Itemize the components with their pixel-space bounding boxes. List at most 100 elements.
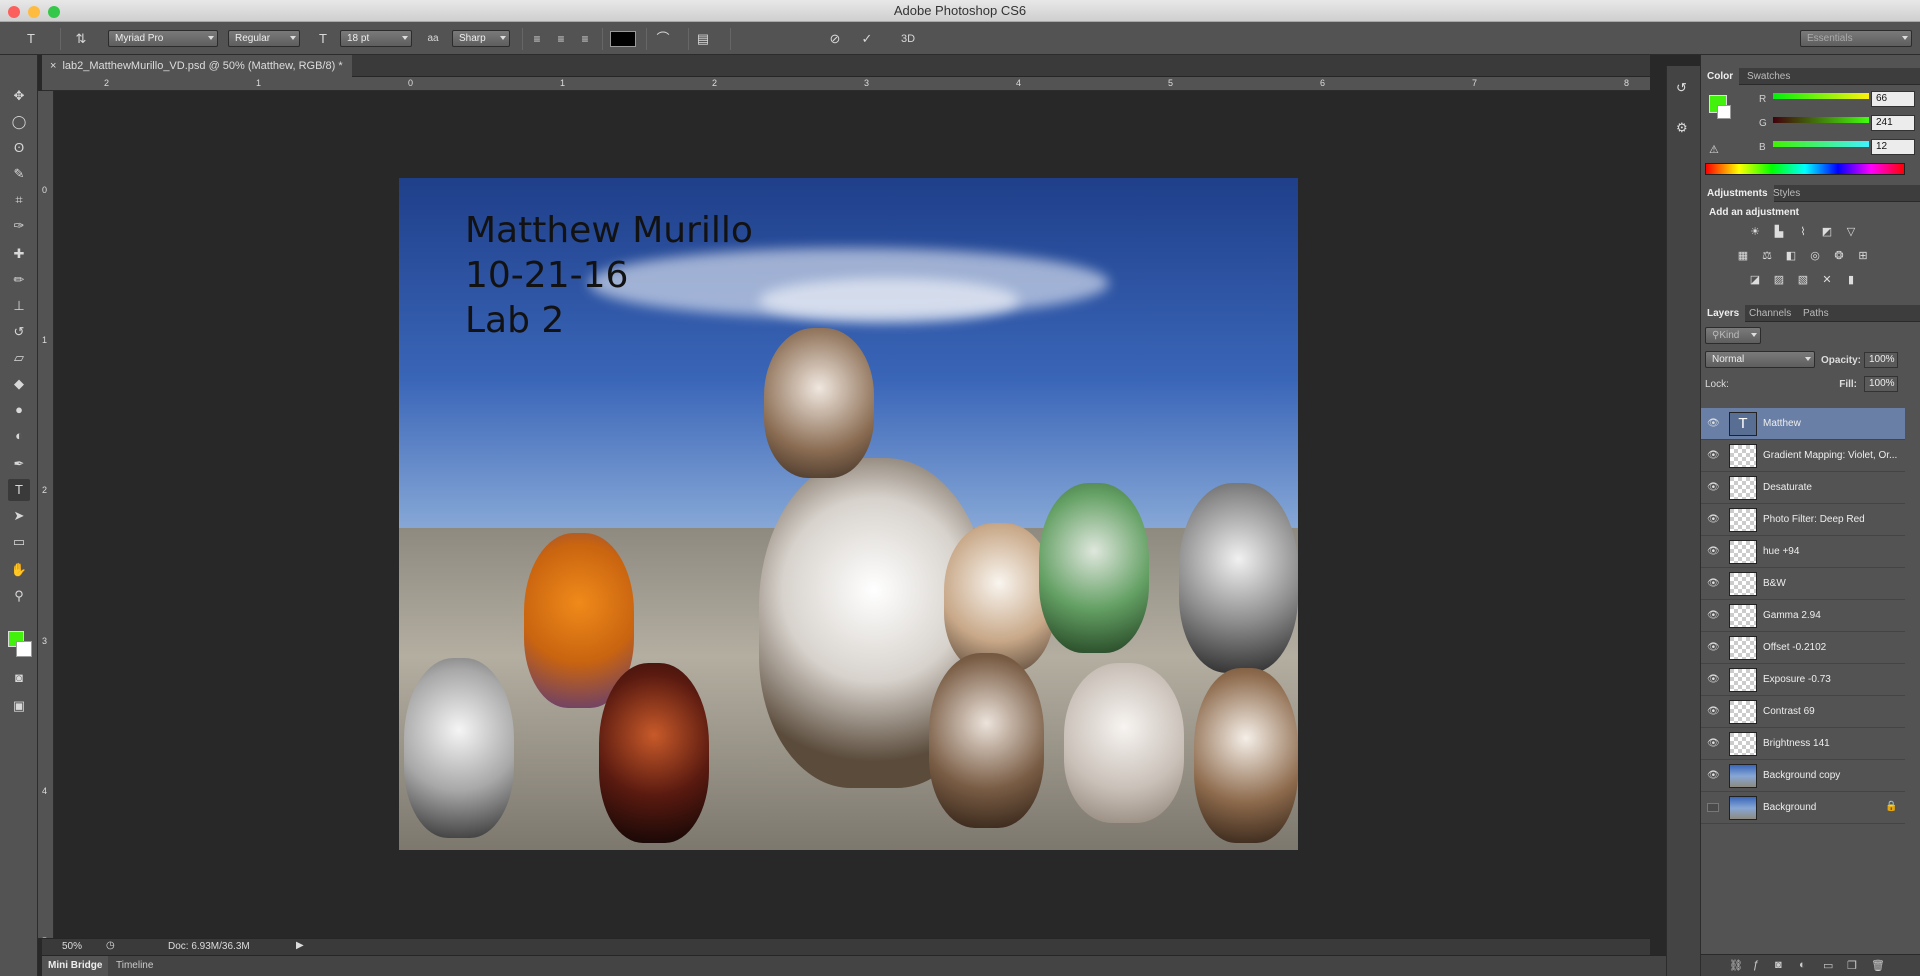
- brightness-contrast-icon[interactable]: ☀: [1747, 225, 1763, 239]
- eye-icon[interactable]: 👁: [1707, 547, 1720, 557]
- marquee-tool-icon[interactable]: ◯: [8, 111, 30, 133]
- eyedropper-tool-icon[interactable]: ✑: [8, 215, 30, 237]
- text-color-swatch[interactable]: [610, 31, 636, 47]
- levels-icon[interactable]: ▙: [1771, 225, 1787, 239]
- layer-row[interactable]: 👁 Contrast 69: [1701, 696, 1905, 728]
- tab-paths[interactable]: Paths: [1797, 305, 1835, 322]
- dodge-tool-icon[interactable]: ◐: [8, 425, 30, 447]
- quick-select-tool-icon[interactable]: ✎: [8, 163, 30, 185]
- blur-tool-icon[interactable]: ●: [8, 399, 30, 421]
- timeline-tab[interactable]: Timeline: [110, 956, 159, 976]
- fill-field[interactable]: 100%: [1864, 376, 1898, 392]
- canvas-text-lab[interactable]: Lab 2: [465, 300, 564, 341]
- history-brush-tool-icon[interactable]: ↺: [8, 321, 30, 343]
- invert-icon[interactable]: ◪: [1747, 273, 1763, 287]
- pen-tool-icon[interactable]: ✒: [8, 453, 30, 475]
- layer-filter-kind[interactable]: ⚲Kind: [1705, 327, 1761, 344]
- font-size-dropdown[interactable]: 18 pt: [340, 30, 412, 47]
- type-tool-icon[interactable]: T: [8, 479, 30, 501]
- gradient-map-icon[interactable]: ▮: [1843, 273, 1859, 287]
- eye-icon[interactable]: 👁: [1707, 771, 1720, 781]
- font-family-dropdown[interactable]: Myriad Pro: [108, 30, 218, 47]
- workspace-dropdown[interactable]: Essentials: [1800, 30, 1912, 47]
- g-slider[interactable]: [1773, 117, 1869, 123]
- layer-row[interactable]: 👁 T Matthew: [1701, 408, 1905, 440]
- r-slider[interactable]: [1773, 93, 1869, 99]
- tab-channels[interactable]: Channels: [1743, 305, 1797, 322]
- eye-icon[interactable]: 👁: [1707, 675, 1720, 685]
- commit-edits-icon[interactable]: ✓: [858, 30, 876, 48]
- clone-stamp-tool-icon[interactable]: ⊥: [8, 295, 30, 317]
- paint-bucket-tool-icon[interactable]: ◆: [8, 373, 30, 395]
- blend-mode-dropdown[interactable]: Normal: [1705, 351, 1815, 368]
- rectangle-tool-icon[interactable]: ▭: [8, 531, 30, 553]
- 3d-button[interactable]: 3D: [896, 30, 920, 48]
- photo-filter-icon[interactable]: ◎: [1807, 249, 1823, 263]
- g-value-field[interactable]: 241: [1871, 115, 1915, 131]
- black-white-icon[interactable]: ◧: [1783, 249, 1799, 263]
- toggle-text-orientation-icon[interactable]: ⇅: [72, 30, 90, 48]
- tab-styles[interactable]: Styles: [1767, 185, 1806, 202]
- layer-row[interactable]: 👁 Desaturate: [1701, 472, 1905, 504]
- screen-mode-icon[interactable]: ▣: [8, 695, 30, 717]
- exposure-icon[interactable]: ◩: [1819, 225, 1835, 239]
- type-tool-preset-icon[interactable]: T: [22, 30, 40, 48]
- r-value-field[interactable]: 66: [1871, 91, 1915, 107]
- curves-icon[interactable]: ⌇: [1795, 225, 1811, 239]
- cancel-edits-icon[interactable]: ⊘: [826, 30, 844, 48]
- canvas-text-date[interactable]: 10-21-16: [465, 255, 628, 296]
- zoom-level[interactable]: 50%: [62, 941, 82, 952]
- gamut-warning-icon[interactable]: ⚠: [1709, 143, 1719, 156]
- eye-icon[interactable]: 👁: [1707, 419, 1720, 429]
- quick-mask-icon[interactable]: ◙: [8, 667, 30, 689]
- new-adjustment-icon[interactable]: ◐: [1799, 959, 1806, 971]
- bg-color-chip[interactable]: [1717, 105, 1731, 119]
- antialias-dropdown[interactable]: Sharp: [452, 30, 510, 47]
- eye-icon[interactable]: 👁: [1707, 739, 1720, 749]
- color-balance-icon[interactable]: ⚖: [1759, 249, 1775, 263]
- channel-mixer-icon[interactable]: ❂: [1831, 249, 1847, 263]
- align-right-icon[interactable]: ≡: [576, 30, 594, 48]
- align-center-icon[interactable]: ≡: [552, 30, 570, 48]
- zoom-tool-icon[interactable]: ⚲: [8, 585, 30, 607]
- align-left-icon[interactable]: ≡: [528, 30, 546, 48]
- properties-panel-icon[interactable]: ⚙: [1676, 120, 1688, 136]
- tab-adjustments[interactable]: Adjustments: [1701, 185, 1774, 202]
- layer-row[interactable]: 👁 B&W: [1701, 568, 1905, 600]
- layer-row[interactable]: 👁 Brightness 141: [1701, 728, 1905, 760]
- warp-text-icon[interactable]: ⌒: [654, 30, 672, 48]
- eye-icon[interactable]: 👁: [1707, 643, 1720, 653]
- tab-color[interactable]: Color: [1701, 68, 1740, 85]
- color-lookup-icon[interactable]: ⊞: [1855, 249, 1871, 263]
- fx-icon[interactable]: ƒ: [1753, 959, 1759, 971]
- document-tab[interactable]: × lab2_MatthewMurillo_VD.psd @ 50% (Matth…: [42, 55, 352, 77]
- brush-tool-icon[interactable]: ✏: [8, 269, 30, 291]
- tab-swatches[interactable]: Swatches: [1741, 68, 1796, 85]
- mini-bridge-tab[interactable]: Mini Bridge: [42, 956, 109, 976]
- crop-tool-icon[interactable]: ⌗: [8, 189, 30, 211]
- path-selection-tool-icon[interactable]: ➤: [8, 505, 30, 527]
- b-value-field[interactable]: 12: [1871, 139, 1915, 155]
- vibrance-icon[interactable]: ▽: [1843, 225, 1859, 239]
- new-layer-icon[interactable]: ❐: [1847, 959, 1857, 972]
- character-panel-icon[interactable]: ▤: [694, 30, 712, 48]
- opacity-field[interactable]: 100%: [1864, 352, 1898, 368]
- eye-icon[interactable]: 👁: [1707, 579, 1720, 589]
- eye-icon[interactable]: 👁: [1707, 707, 1720, 717]
- layer-row[interactable]: 👁 Offset -0.2102: [1701, 632, 1905, 664]
- history-panel-icon[interactable]: ↺: [1676, 80, 1687, 96]
- layer-row[interactable]: Background 🔒: [1701, 792, 1905, 824]
- layer-row[interactable]: 👁 hue +94: [1701, 536, 1905, 568]
- eye-icon[interactable]: 👁: [1707, 515, 1720, 525]
- lasso-tool-icon[interactable]: ʘ: [8, 137, 30, 159]
- new-group-icon[interactable]: ▭: [1823, 959, 1833, 972]
- canvas-text-name[interactable]: Matthew Murillo: [465, 210, 753, 251]
- font-style-dropdown[interactable]: Regular: [228, 30, 300, 47]
- tab-layers[interactable]: Layers: [1701, 305, 1746, 322]
- posterize-icon[interactable]: ▨: [1771, 273, 1787, 287]
- add-mask-icon[interactable]: ◙: [1775, 959, 1782, 971]
- move-tool-icon[interactable]: ✥: [8, 85, 30, 107]
- hand-tool-icon[interactable]: ✋: [8, 559, 30, 581]
- link-layers-icon[interactable]: ⛓: [1729, 959, 1743, 972]
- b-slider[interactable]: [1773, 141, 1869, 147]
